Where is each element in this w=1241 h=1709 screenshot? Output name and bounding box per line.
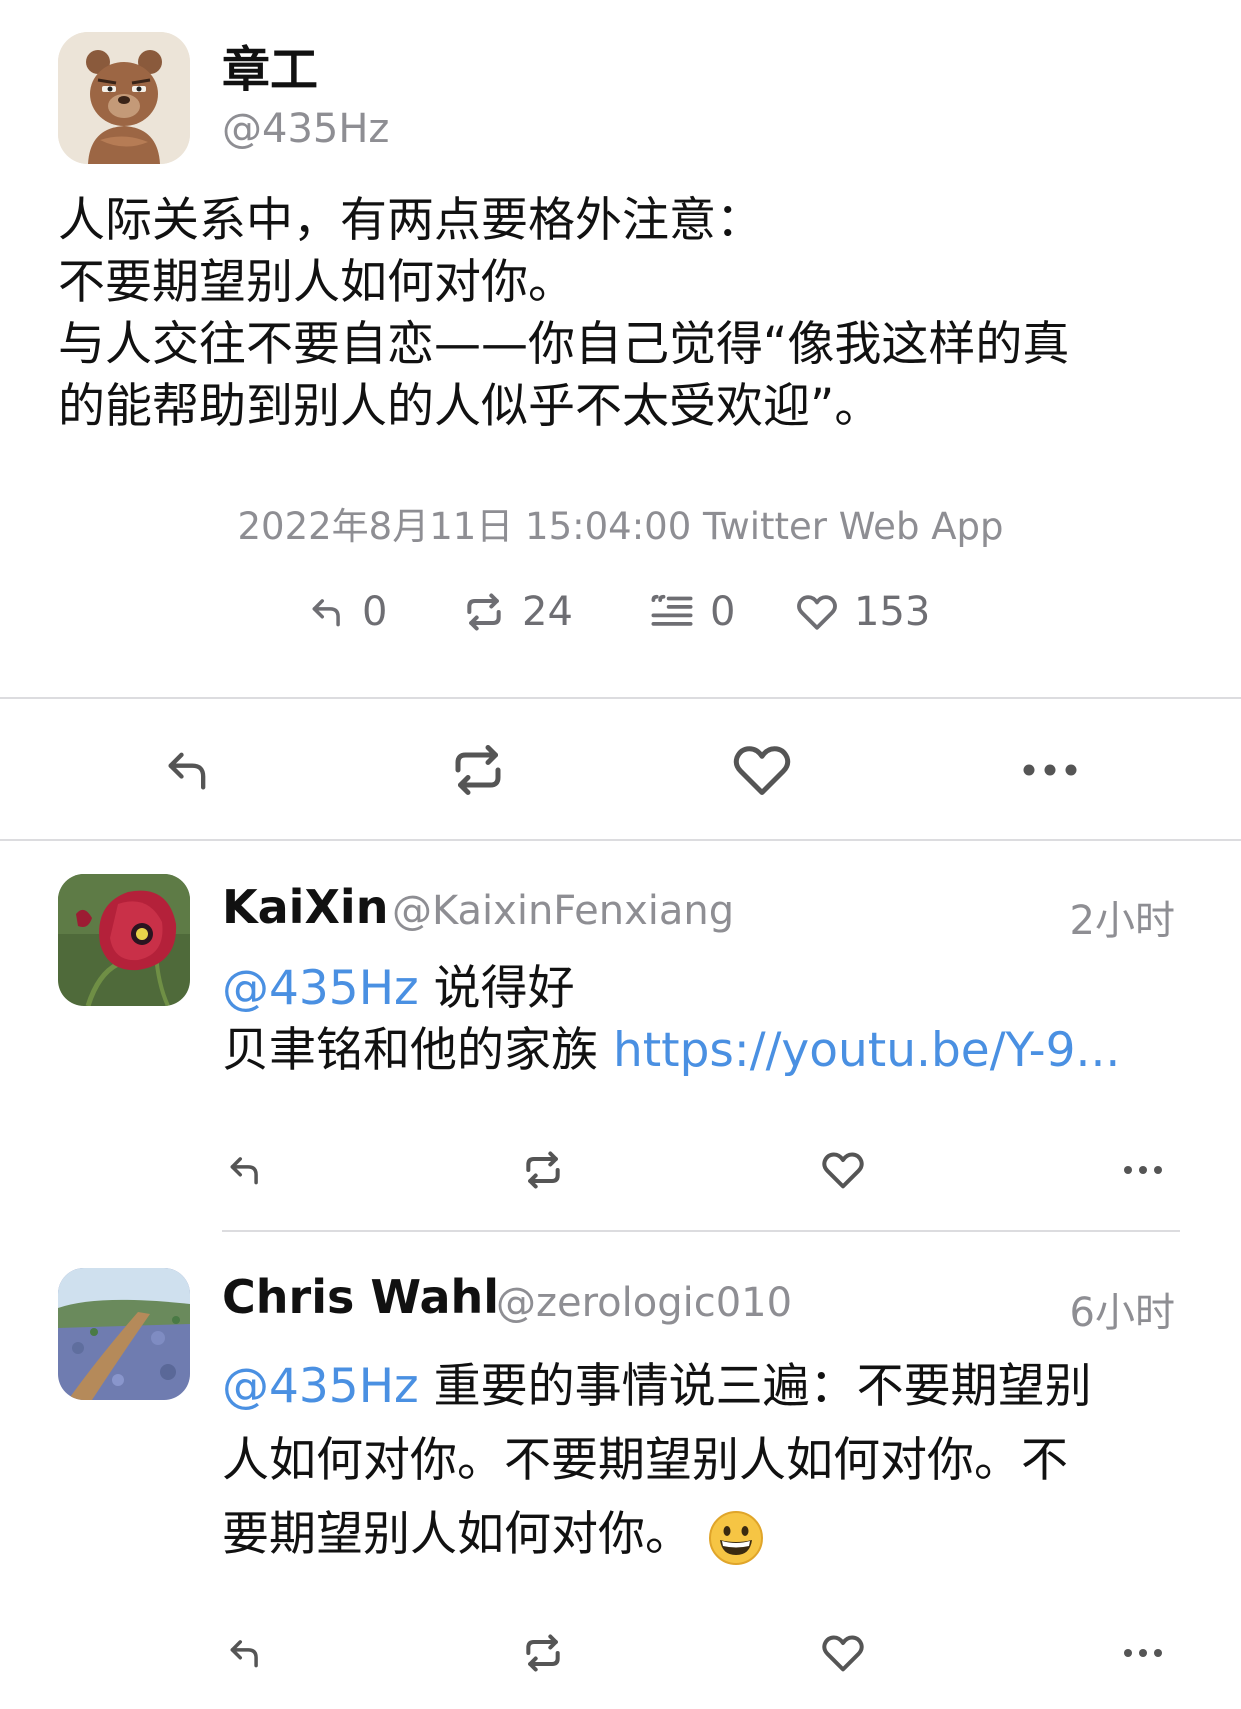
tweet-stats: 0 24 0 153 — [0, 582, 1241, 642]
quote-icon — [651, 594, 693, 626]
more-button[interactable] — [1118, 1628, 1168, 1678]
reply-button[interactable] — [220, 1145, 270, 1195]
retweet-button[interactable] — [446, 738, 510, 802]
tweet-timestamp-source: 2022年8月11日 15:04:00 Twitter Web App — [237, 505, 1004, 548]
url-link[interactable]: https://youtu.be/Y-9... — [613, 1023, 1120, 1078]
author-name[interactable]: 章工 — [222, 30, 318, 100]
like-count-stat[interactable]: 153 — [796, 582, 930, 642]
heart-icon — [733, 746, 791, 795]
reply-author-handle[interactable]: @KaixinFenxiang — [392, 888, 734, 934]
retweet-icon — [455, 745, 501, 795]
reply-button[interactable] — [220, 1628, 270, 1678]
reply-button[interactable] — [156, 738, 220, 802]
reply-text: 人如何对你。不要期望别人如何对你。不 — [222, 1433, 1068, 1488]
retweet-button[interactable] — [518, 1145, 568, 1195]
tweet-text-line: 的能帮助到别人的人似乎不太受欢迎”。 — [58, 379, 882, 434]
reply-action-bar — [0, 1145, 1241, 1205]
more-button[interactable] — [1018, 738, 1082, 802]
reply-timestamp: 2小时 — [1069, 898, 1175, 944]
more-icon — [1124, 1649, 1162, 1657]
more-icon — [1023, 764, 1077, 776]
author-avatar[interactable] — [58, 32, 190, 164]
reply-icon — [230, 1640, 258, 1668]
mention-link[interactable]: @435Hz — [222, 1359, 419, 1414]
reply-text: 贝聿铭和他的家族 — [222, 1023, 613, 1078]
reply-author-name[interactable]: Chris Wahl — [222, 1270, 499, 1324]
like-button[interactable] — [818, 1628, 868, 1678]
reply-text: 要期望别人如何对你。 — [222, 1507, 692, 1562]
divider — [0, 697, 1241, 699]
like-button[interactable] — [730, 738, 794, 802]
divider — [222, 1230, 1180, 1232]
reply-text: 说得好 — [418, 961, 575, 1016]
lavender-field-avatar-icon — [58, 1268, 190, 1400]
quote-count: 0 — [710, 589, 736, 635]
mention-link[interactable]: @435Hz — [222, 961, 419, 1016]
tweet-action-bar — [0, 700, 1241, 840]
heart-icon — [822, 1635, 864, 1672]
retweet-icon — [467, 593, 501, 631]
reply-avatar[interactable] — [58, 1268, 190, 1400]
retweet-icon — [526, 1634, 560, 1672]
like-count: 153 — [854, 589, 931, 635]
reply-avatar[interactable] — [58, 874, 190, 1006]
like-button[interactable] — [818, 1145, 868, 1195]
bear-avatar-icon — [58, 32, 190, 164]
heart-icon — [797, 595, 837, 630]
reply-author-handle[interactable]: @zerologic010 — [496, 1280, 792, 1326]
tweet-text-line: 人际关系中，有两点要格外注意： — [58, 193, 763, 248]
tweet-body: 人际关系中，有两点要格外注意： 不要期望别人如何对你。 与人交往不要自恋——你自… — [58, 190, 1188, 438]
reply-action-bar — [0, 1628, 1241, 1688]
tweet-text-line: 与人交往不要自恋——你自己觉得“像我这样的真 — [58, 317, 1070, 372]
grinning-face-emoji-icon — [708, 1510, 763, 1565]
author-handle[interactable]: @435Hz — [222, 106, 389, 152]
divider — [0, 839, 1241, 841]
more-button[interactable] — [1118, 1145, 1168, 1195]
reply-icon — [168, 752, 206, 790]
reply-body: @435Hz 说得好 贝聿铭和他的家族 https://youtu.be/Y-9… — [222, 958, 1120, 1082]
reply-icon — [230, 1157, 258, 1185]
poppy-flower-avatar-icon — [58, 874, 190, 1006]
more-icon — [1124, 1166, 1162, 1174]
reply-icon — [312, 599, 340, 627]
tweet-text-line: 不要期望别人如何对你。 — [58, 255, 575, 310]
reply-author-name[interactable]: KaiXin — [222, 880, 388, 934]
retweet-count: 24 — [522, 589, 573, 635]
reply-timestamp: 6小时 — [1069, 1290, 1175, 1336]
quote-count-stat[interactable]: 0 — [650, 582, 735, 642]
retweet-icon — [526, 1151, 560, 1189]
reply-text: 重要的事情说三遍：不要期望别 — [418, 1359, 1092, 1414]
heart-icon — [822, 1152, 864, 1189]
retweet-count-stat[interactable]: 24 — [462, 582, 573, 642]
reply-body: @435Hz 重要的事情说三遍：不要期望别 人如何对你。不要期望别人如何对你。不… — [222, 1350, 1092, 1572]
reply-count-stat[interactable]: 0 — [308, 582, 387, 642]
reply-count: 0 — [362, 589, 388, 635]
retweet-button[interactable] — [518, 1628, 568, 1678]
